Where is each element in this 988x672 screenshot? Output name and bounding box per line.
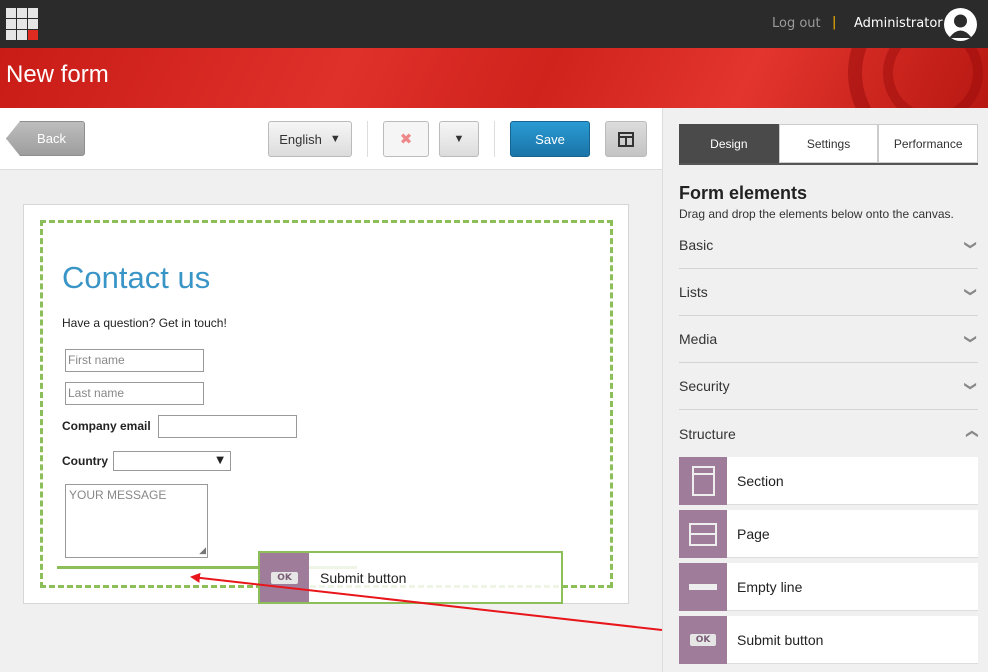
toolbar-divider [367,121,368,157]
chevron-down-icon: ❯ [963,239,978,251]
section-media[interactable]: Media ❯ [679,316,978,363]
panel-tabs: Design Settings Performance [679,124,979,165]
element-section[interactable]: Section [679,457,978,505]
dragged-element-label: Submit button [320,570,407,586]
language-label: English [279,131,322,147]
more-options-button[interactable]: ▼ [439,121,479,157]
form-subtitle[interactable]: Have a question? Get in touch! [62,316,227,330]
avatar-icon[interactable] [944,8,977,41]
submit-button-icon: OK [679,616,727,664]
toolbar-divider [494,121,495,157]
company-email-field[interactable] [158,415,297,438]
company-email-label: Company email [62,419,151,433]
logout-link[interactable]: Log out [772,16,821,31]
section-label: Structure [679,425,736,442]
save-button[interactable]: Save [510,121,590,157]
message-placeholder: YOUR MESSAGE [69,488,167,502]
chevron-down-icon: ❯ [963,380,978,392]
element-page[interactable]: Page [679,510,978,558]
chevron-up-icon: ❯ [963,428,978,439]
last-name-field[interactable]: Last name [65,382,204,405]
section-label: Basic [679,237,714,253]
section-label: Media [679,331,718,347]
app-launcher-icon[interactable] [6,8,38,40]
empty-line-icon [679,563,727,611]
close-icon: ✖ [399,131,413,148]
section-label: Lists [679,284,708,300]
form-elements-panel: Design Settings Performance Form element… [662,108,988,672]
layout-icon [618,131,634,147]
section-basic[interactable]: Basic ❯ [679,222,978,269]
element-label: Empty line [737,579,803,595]
panel-description: Drag and drop the elements below onto th… [679,207,954,221]
section-label: Security [679,378,730,394]
caret-down-icon: ▼ [453,133,465,145]
language-dropdown[interactable]: English ▼ [268,121,352,157]
country-select[interactable]: ▼ [113,451,231,471]
panel-title: Form elements [679,183,808,203]
first-name-field[interactable]: First name [65,349,204,372]
element-label: Submit button [737,632,824,648]
element-label: Section [737,473,784,489]
tab-design[interactable]: Design [679,124,779,163]
submit-button-icon: OK [260,553,309,602]
top-bar: Log out | Administrator [0,0,988,48]
message-textarea[interactable]: YOUR MESSAGE ◢ [65,484,208,558]
back-button[interactable]: Back [6,121,85,156]
element-label: Page [737,526,770,542]
page-icon [679,510,727,558]
chevron-down-icon: ❯ [963,286,978,298]
element-submit-button[interactable]: OK Submit button [679,616,978,664]
caret-down-icon: ▼ [329,133,341,145]
topbar-separator: | [832,15,837,30]
element-empty-line[interactable]: Empty line [679,563,978,611]
section-lists[interactable]: Lists ❯ [679,269,978,316]
page-header: New form [0,48,988,108]
page-title: New form [6,61,109,88]
layout-toggle-button[interactable] [605,121,647,157]
form-title[interactable]: Contact us [62,260,210,296]
toolbar: Back English ▼ ✖ ▼ Save [0,108,662,170]
chevron-down-icon: ❯ [963,333,978,345]
tab-settings[interactable]: Settings [778,124,879,163]
form-preview: Contact us Have a question? Get in touch… [23,204,629,604]
section-security[interactable]: Security ❯ [679,363,978,410]
tab-performance[interactable]: Performance [878,124,979,163]
delete-button[interactable]: ✖ [383,121,429,157]
dragged-submit-button[interactable]: OK Submit button [258,551,563,604]
user-name[interactable]: Administrator [854,16,943,31]
section-icon [679,457,727,505]
country-label: Country [62,454,108,468]
section-structure[interactable]: Structure ❯ [679,410,978,457]
resize-grip-icon[interactable]: ◢ [199,545,206,556]
